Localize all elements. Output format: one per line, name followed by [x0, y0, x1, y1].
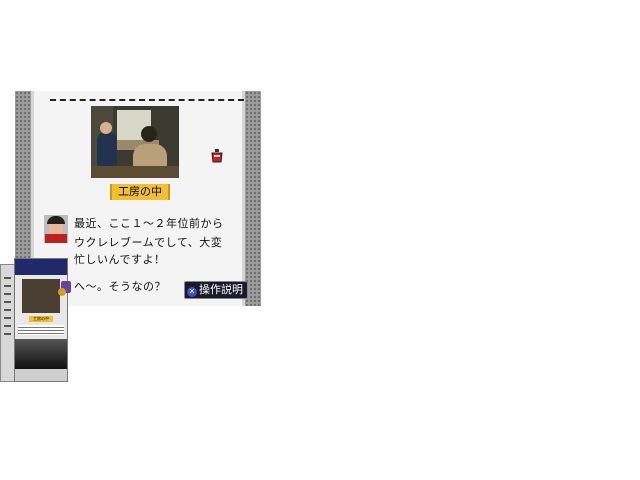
- speaker-avatar: [44, 215, 68, 243]
- dashed-divider: [50, 99, 244, 101]
- box-caption: 工房の中: [29, 316, 53, 322]
- game-box-art: 工房の中: [0, 258, 72, 382]
- help-button[interactable]: ✕ 操作説明: [184, 281, 248, 299]
- dialogue-line-2: ウクレレブームでして、大変: [74, 236, 223, 249]
- x-button-icon: ✕: [187, 287, 197, 297]
- dialogue-line-3: 忙しいんですよ！: [74, 253, 166, 266]
- pot-icon[interactable]: [211, 149, 223, 163]
- photo-caption: 工房の中: [110, 184, 170, 200]
- workshop-photo: [91, 106, 179, 178]
- box-front: 工房の中: [14, 258, 68, 382]
- dialogue-reply: へ～。そうなの？: [74, 280, 166, 293]
- box-badge: [58, 288, 66, 296]
- right-border-rail: [242, 91, 261, 306]
- dialogue-line-1: 最近、ここ１～２年位前から: [74, 217, 224, 230]
- help-button-label: 操作説明: [199, 283, 243, 296]
- box-photo: [22, 279, 60, 313]
